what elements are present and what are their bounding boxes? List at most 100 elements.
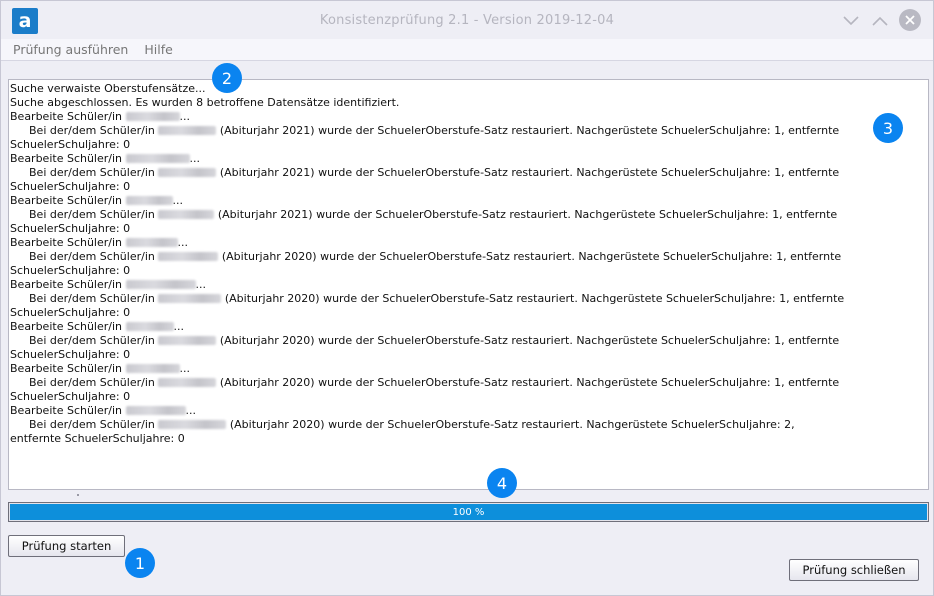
log-line: Bei der/dem Schüler/in (Abiturjahr 2020)… (10, 334, 928, 348)
log-line: SchuelerSchuljahre: 0 (10, 390, 928, 404)
chevron-down-icon (843, 16, 859, 26)
log-line: Bei der/dem Schüler/in (Abiturjahr 2020)… (10, 250, 928, 264)
log-line-suffix: ... (195, 278, 207, 291)
window-title: Konsistenzprüfung 2.1 - Version 2019-12-… (319, 12, 615, 28)
close-window-button[interactable] (899, 9, 921, 31)
log-line-text: SchuelerSchuljahre: 0 (10, 306, 131, 319)
redacted-name (158, 126, 217, 135)
log-line-text: Bearbeite Schüler/in (10, 152, 123, 165)
redacted-name (158, 378, 217, 387)
log-line: Suche verwaiste Oberstufensätze... (10, 82, 928, 96)
chevron-up-icon (872, 16, 888, 26)
annotation-marker-4: 4 (487, 468, 517, 498)
log-line-text: Bearbeite Schüler/in (10, 320, 123, 333)
log-line: SchuelerSchuljahre: 0 (10, 180, 928, 194)
log-line-text: entfernte SchuelerSchuljahre: 0 (10, 432, 185, 445)
title-bar: a Konsistenzprüfung 2.1 - Version 2019-1… (1, 1, 933, 39)
log-line: SchuelerSchuljahre: 0 (10, 348, 928, 362)
log-line-text: SchuelerSchuljahre: 0 (10, 222, 131, 235)
log-line-text: Suche verwaiste Oberstufensätze... (10, 82, 206, 95)
menu-bar: Prüfung ausführen Hilfe (1, 39, 933, 61)
redacted-name (158, 294, 222, 303)
log-line-text: SchuelerSchuljahre: 0 (10, 264, 131, 277)
log-output[interactable]: Suche verwaiste Oberstufensätze... Suche … (8, 79, 929, 490)
maximize-button[interactable] (870, 11, 890, 31)
log-line-text: (Abiturjahr 2020) wurde der SchuelerOber… (221, 292, 845, 305)
log-line: SchuelerSchuljahre: 0 (10, 222, 928, 236)
log-line-prefix: Bei der/dem Schüler/in (29, 418, 159, 431)
log-line-prefix: Bei der/dem Schüler/in (29, 250, 159, 263)
redacted-name (158, 252, 219, 261)
log-line: SchuelerSchuljahre: 0 (10, 264, 928, 278)
log-line: Bearbeite Schüler/in ... (10, 362, 928, 376)
close-check-button[interactable]: Prüfung schließen (789, 559, 919, 581)
log-line-text: Suche abgeschlossen. Es wurden 8 betroff… (10, 96, 400, 109)
splitter-handle[interactable] (77, 494, 79, 496)
log-line-prefix: Bei der/dem Schüler/in (29, 292, 159, 305)
redacted-name (158, 336, 217, 345)
menu-pruefung-ausfuehren[interactable]: Prüfung ausführen (13, 42, 128, 57)
redacted-name (125, 238, 178, 247)
log-line: Bei der/dem Schüler/in (Abiturjahr 2020)… (10, 418, 928, 432)
app-logo-icon: a (12, 8, 38, 34)
log-line: Bearbeite Schüler/in ... (10, 236, 928, 250)
log-line: Bei der/dem Schüler/in (Abiturjahr 2020)… (10, 292, 928, 306)
redacted-name (125, 364, 180, 373)
log-line-suffix: ... (179, 110, 191, 123)
log-line-prefix: Bei der/dem Schüler/in (29, 208, 159, 221)
log-line-suffix: ... (189, 152, 201, 165)
annotation-marker-3: 3 (873, 113, 903, 143)
log-line-text: Bearbeite Schüler/in (10, 194, 123, 207)
log-line-text: Bearbeite Schüler/in (10, 362, 123, 375)
start-check-button[interactable]: Prüfung starten (8, 535, 125, 557)
log-line-suffix: ... (173, 320, 185, 333)
minimize-button[interactable] (841, 11, 861, 31)
log-line: Bearbeite Schüler/in ... (10, 278, 928, 292)
menu-hilfe[interactable]: Hilfe (144, 42, 172, 57)
log-line-text: Bearbeite Schüler/in (10, 110, 123, 123)
redacted-name (125, 196, 173, 205)
log-line: Suche abgeschlossen. Es wurden 8 betroff… (10, 96, 928, 110)
log-line-text: (Abiturjahr 2020) wurde der SchuelerOber… (216, 376, 840, 389)
log-line: Bei der/dem Schüler/in (Abiturjahr 2021)… (10, 166, 928, 180)
progress-label: 100 % (452, 506, 485, 518)
log-line-text: (Abiturjahr 2020) wurde der SchuelerOber… (226, 418, 795, 431)
redacted-name (125, 406, 186, 415)
log-line: Bearbeite Schüler/in ... (10, 152, 928, 166)
log-line-text: SchuelerSchuljahre: 0 (10, 390, 131, 403)
redacted-name (125, 280, 196, 289)
redacted-name (158, 210, 215, 219)
log-line: SchuelerSchuljahre: 0 (10, 306, 928, 320)
log-line-text: Bearbeite Schüler/in (10, 404, 123, 417)
log-line: Bei der/dem Schüler/in (Abiturjahr 2021)… (10, 208, 928, 222)
log-line: Bearbeite Schüler/in ... (10, 320, 928, 334)
log-line: Bei der/dem Schüler/in (Abiturjahr 2020)… (10, 376, 928, 390)
redacted-name (125, 322, 174, 331)
redacted-name (158, 168, 217, 177)
log-line-text: (Abiturjahr 2021) wurde der SchuelerOber… (216, 166, 840, 179)
log-line-prefix: Bei der/dem Schüler/in (29, 376, 159, 389)
main-window: a Konsistenzprüfung 2.1 - Version 2019-1… (0, 0, 934, 596)
log-line: entfernte SchuelerSchuljahre: 0 (10, 432, 928, 446)
log-line-text: (Abiturjahr 2020) wurde der SchuelerOber… (218, 250, 842, 263)
log-line-text: Bearbeite Schüler/in (10, 278, 123, 291)
annotation-marker-2: 2 (212, 63, 242, 93)
log-line-text: (Abiturjahr 2021) wurde der SchuelerOber… (216, 124, 840, 137)
log-line: Bearbeite Schüler/in ... (10, 110, 928, 124)
log-line-prefix: Bei der/dem Schüler/in (29, 334, 159, 347)
redacted-name (125, 154, 190, 163)
redacted-name (158, 420, 227, 429)
log-line-text: SchuelerSchuljahre: 0 (10, 138, 131, 151)
log-line: Bei der/dem Schüler/in (Abiturjahr 2021)… (10, 124, 928, 138)
log-line: Bearbeite Schüler/in ... (10, 404, 928, 418)
log-line-suffix: ... (185, 404, 197, 417)
redacted-name (125, 112, 180, 121)
log-line: SchuelerSchuljahre: 0 (10, 138, 928, 152)
log-line-text: SchuelerSchuljahre: 0 (10, 180, 131, 193)
log-line-prefix: Bei der/dem Schüler/in (29, 166, 159, 179)
log-line-text: (Abiturjahr 2020) wurde der SchuelerOber… (216, 334, 840, 347)
log-line-suffix: ... (179, 362, 191, 375)
close-icon (905, 15, 915, 25)
progress-bar: 100 % (8, 502, 929, 522)
log-line: Bearbeite Schüler/in ... (10, 194, 928, 208)
